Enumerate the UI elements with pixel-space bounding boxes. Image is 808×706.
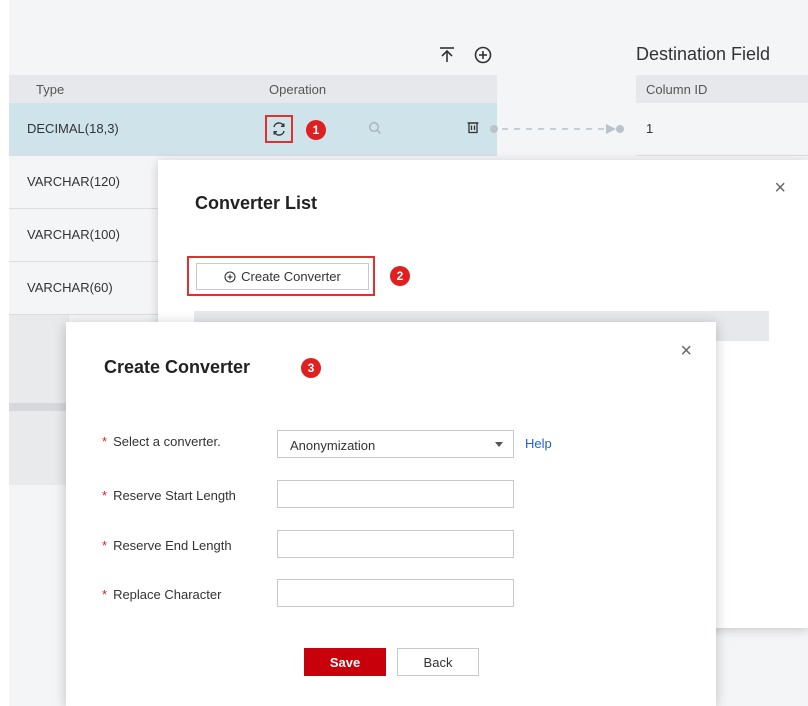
converter-list-title: Converter List (195, 193, 318, 213)
add-circle-icon (224, 270, 236, 283)
delete-icon[interactable] (466, 120, 480, 134)
create-converter-label: Create Converter (241, 269, 341, 284)
reserve-end-length-input[interactable] (277, 530, 514, 558)
help-link[interactable]: Help (525, 436, 552, 451)
replace-character-label: * Replace Character (102, 587, 222, 602)
convert-field-button[interactable] (265, 115, 293, 143)
close-icon[interactable]: × (774, 177, 786, 200)
destination-row[interactable]: 1 (636, 103, 808, 156)
type-cell: DECIMAL(18,3) (27, 121, 119, 136)
column-id-cell: 1 (646, 121, 654, 136)
create-converter-button[interactable]: Create Converter (196, 263, 369, 290)
back-button[interactable]: Back (397, 648, 479, 676)
chevron-down-icon (495, 442, 503, 447)
mapping-connector (490, 124, 624, 134)
type-column-header: Type (36, 82, 65, 97)
reserve-start-length-input[interactable] (277, 480, 514, 508)
type-cell: VARCHAR(100) (27, 227, 120, 242)
add-circle-icon[interactable] (472, 44, 494, 66)
converter-select-value: Anonymization (290, 438, 376, 453)
type-cell: VARCHAR(120) (27, 174, 120, 189)
create-converter-dialog: Create Converter 3 × * Select a converter… (66, 322, 716, 706)
replace-character-input[interactable] (277, 579, 514, 607)
destination-field-title: Destination Field (636, 44, 771, 64)
reserve-start-length-label: * Reserve Start Length (102, 488, 236, 503)
step-badge-2: 2 (390, 266, 410, 286)
operation-column-header: Operation (269, 82, 327, 97)
type-cell: VARCHAR(60) (27, 280, 113, 295)
search-icon[interactable] (368, 121, 382, 135)
close-icon[interactable]: × (680, 340, 692, 363)
save-button[interactable]: Save (304, 648, 386, 676)
reserve-end-length-label: * Reserve End Length (102, 538, 232, 553)
column-id-header: Column ID (646, 82, 708, 97)
convert-icon (273, 122, 285, 136)
source-table-header: Type Operation (9, 75, 497, 103)
upload-icon[interactable] (436, 44, 458, 66)
step-badge-3: 3 (301, 358, 321, 378)
converter-select[interactable]: Anonymization (277, 430, 514, 458)
destination-table-header: Column ID (636, 75, 808, 103)
background-panel (9, 315, 69, 485)
table-row[interactable]: DECIMAL(18,3) (9, 103, 497, 156)
step-badge-1: 1 (306, 120, 326, 140)
create-converter-title: Create Converter (104, 357, 251, 377)
select-converter-label: * Select a converter. (102, 434, 221, 449)
